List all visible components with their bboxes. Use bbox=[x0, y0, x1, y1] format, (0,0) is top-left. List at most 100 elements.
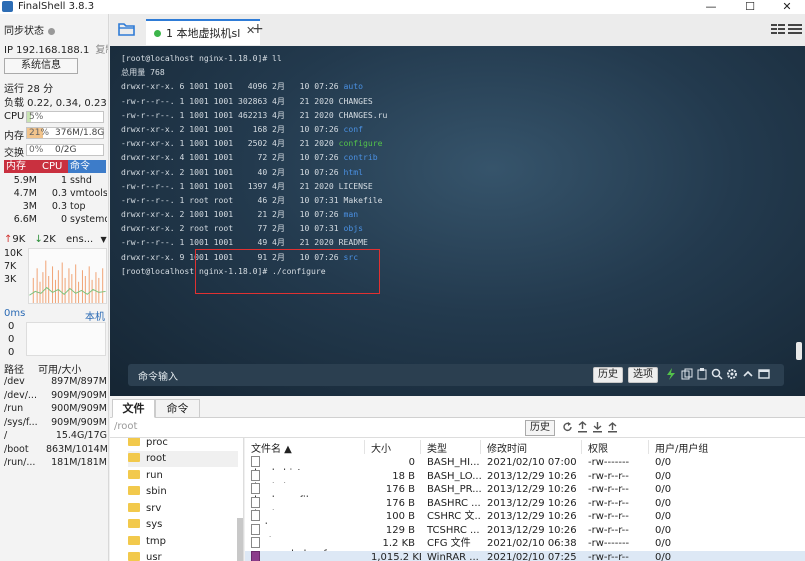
disk-row[interactable]: /dev/... 909M/909M bbox=[4, 389, 107, 403]
upload-folder-icon[interactable] bbox=[607, 421, 618, 433]
directory-tree: proc root run sbin srv sys tmp usr bbox=[110, 438, 244, 561]
path-input[interactable]: /root bbox=[114, 421, 137, 432]
command-input-bar[interactable]: 命令输入 历史 选项 bbox=[128, 364, 784, 386]
tree-item-srv[interactable]: srv bbox=[128, 501, 238, 517]
lightning-icon[interactable] bbox=[665, 368, 677, 380]
collapse-icon[interactable] bbox=[742, 368, 754, 380]
process-row[interactable]: 5.9M 1 sshd bbox=[4, 174, 107, 187]
disk-path: /run bbox=[4, 403, 24, 414]
file-row[interactable]: .cshrc 100 B CSHRC 文... 2013/12/29 10:26 -rw… bbox=[245, 510, 805, 524]
file-row[interactable]: anaconda-ks.cfg 1.2 KB CFG 文件 2021/02/10 06… bbox=[245, 537, 805, 551]
memory-detail: 376M/1.8G bbox=[55, 128, 105, 138]
options-button[interactable]: 选项 bbox=[628, 367, 658, 383]
process-row[interactable]: 4.7M 0.3 vmtools bbox=[4, 187, 107, 200]
process-row[interactable]: 3M 0.3 top bbox=[4, 200, 107, 213]
disk-header-size[interactable]: 可用/大小 bbox=[38, 361, 106, 376]
paste-icon[interactable] bbox=[696, 368, 708, 380]
terminal-line: drwxr-xr-x. 2 1001 1001 40 2月 10 07:26 h… bbox=[121, 165, 387, 179]
file-row[interactable]: .bash_history 0 BASH_HI... 2021/02/10 07:00… bbox=[245, 456, 805, 470]
add-tab-button[interactable]: + bbox=[252, 21, 264, 37]
disk-row[interactable]: /run/... 181M/181M bbox=[4, 456, 107, 470]
file-row[interactable]: .bash_logout 18 B BASH_LO... 2013/12/29 10:… bbox=[245, 469, 805, 483]
file-row[interactable]: .tcshrc 129 B TCSHRC ... 2013/12/29 10:26 -r… bbox=[245, 523, 805, 537]
file-row[interactable]: nginx-1.18.0.tar.gz 1,015.2 KB WinRAR ... 2… bbox=[245, 550, 805, 561]
file-owner: 0/0 bbox=[655, 524, 672, 536]
refresh-icon[interactable] bbox=[562, 421, 573, 433]
col-modified[interactable]: 修改时间 bbox=[481, 440, 582, 455]
ping-latency: 0ms bbox=[4, 308, 26, 319]
network-interface-select[interactable]: ens... bbox=[66, 234, 93, 245]
file-icon bbox=[251, 510, 260, 521]
close-button[interactable]: ✕ bbox=[772, 0, 802, 14]
folder-icon bbox=[128, 552, 140, 561]
tree-item-run[interactable]: run bbox=[128, 468, 238, 484]
tree-scrollbar[interactable] bbox=[237, 518, 243, 561]
terminal-line-text: -rw-r--r--. 1 1001 1001 49 4月 21 2020 bbox=[121, 237, 339, 248]
terminal-line-text: drwxr-xr-x. 2 1001 1001 21 2月 10 07:26 bbox=[121, 209, 344, 220]
file-row[interactable]: .bash_profile 176 B BASH_PR... 2013/12/29 1… bbox=[245, 483, 805, 497]
system-info-button[interactable]: 系统信息 bbox=[4, 58, 78, 74]
disk-path: /sys/f... bbox=[4, 416, 38, 428]
disk-row[interactable]: /run 900M/909M bbox=[4, 402, 107, 416]
window-icon[interactable] bbox=[758, 368, 770, 380]
ping-host-select[interactable]: 本机 bbox=[85, 308, 105, 323]
minimize-button[interactable]: — bbox=[696, 0, 726, 14]
col-owner[interactable]: 用户/用户组 bbox=[649, 440, 739, 455]
disk-row[interactable]: /dev 897M/897M bbox=[4, 375, 107, 389]
network-header: ↑9K ↓2K ens... ▼ bbox=[4, 234, 107, 246]
copy-icon[interactable] bbox=[681, 368, 693, 380]
download-icon[interactable] bbox=[592, 421, 603, 433]
col-permissions[interactable]: 权限 bbox=[582, 440, 649, 455]
file-panel-tabs: 文件 命令 bbox=[110, 396, 805, 418]
history-button[interactable]: 历史 bbox=[593, 367, 623, 383]
col-type[interactable]: 类型 bbox=[421, 440, 481, 455]
gear-icon[interactable] bbox=[726, 368, 738, 380]
layout-grid-icon[interactable] bbox=[771, 24, 785, 34]
file-name: .bash_profile bbox=[245, 483, 365, 497]
proc-header-cpu[interactable]: CPU bbox=[40, 160, 68, 173]
proc-header-mem[interactable]: 内存 bbox=[4, 160, 40, 173]
copy-ip-link[interactable]: 复制 bbox=[95, 45, 108, 56]
disk-header-path[interactable]: 路径 bbox=[4, 361, 38, 376]
upload-icon[interactable] bbox=[577, 421, 588, 433]
folder-open-icon[interactable] bbox=[118, 22, 135, 36]
terminal-line: drwxr-xr-x. 2 1001 1001 21 2月 10 07:26 m… bbox=[121, 207, 387, 221]
disk-size: 900M/909M bbox=[51, 403, 107, 414]
tab-files[interactable]: 文件 bbox=[112, 399, 155, 418]
folder-icon bbox=[128, 536, 140, 545]
swap-label: 交换 bbox=[4, 148, 24, 159]
terminal-scrollbar[interactable] bbox=[796, 342, 802, 360]
folder-icon bbox=[128, 519, 140, 528]
tree-item-tmp[interactable]: tmp bbox=[128, 534, 238, 550]
path-history-button[interactable]: 历史 bbox=[525, 420, 555, 436]
ip-address: IP 192.168.188.1 bbox=[4, 45, 90, 56]
maximize-button[interactable]: ☐ bbox=[735, 0, 765, 14]
tree-item-sbin[interactable]: sbin bbox=[128, 484, 238, 500]
process-row[interactable]: 6.6M 0 systemd bbox=[4, 213, 107, 226]
proc-header-cmd[interactable]: 命令 bbox=[68, 160, 106, 173]
tree-item-sys[interactable]: sys bbox=[128, 517, 238, 533]
col-filename[interactable]: 文件名 ▲ bbox=[245, 440, 365, 455]
disk-path: /dev/... bbox=[4, 389, 37, 401]
disk-row[interactable]: /boot 863M/1014M bbox=[4, 443, 107, 457]
terminal[interactable]: [root@localhost nginx-1.18.0]# ll 总用量 768… bbox=[110, 46, 805, 396]
file-icon bbox=[251, 469, 260, 481]
net-axis-label: 3K bbox=[4, 274, 17, 285]
tree-item-root[interactable]: root bbox=[128, 451, 238, 467]
disk-row[interactable]: /sys/f... 909M/909M bbox=[4, 416, 107, 430]
tab-session-1[interactable]: 1 本地虚拟机sl ✕ bbox=[146, 19, 260, 45]
tab-commands[interactable]: 命令 bbox=[155, 399, 200, 418]
sync-status-label: 同步状态 bbox=[4, 26, 44, 37]
disk-size: 909M/909M bbox=[51, 389, 107, 401]
proc-cpu: 1 bbox=[60, 175, 67, 186]
load-average: 负载 0.22, 0.34, 0.23 bbox=[4, 98, 107, 109]
disk-row[interactable]: / 15.4G/17G bbox=[4, 429, 107, 443]
chevron-down-icon[interactable]: ▼ bbox=[100, 235, 106, 244]
search-icon[interactable] bbox=[711, 368, 723, 380]
file-size: 176 B bbox=[385, 497, 415, 509]
tree-item-usr[interactable]: usr bbox=[128, 550, 238, 561]
col-size[interactable]: 大小 bbox=[365, 440, 421, 455]
menu-icon[interactable] bbox=[788, 24, 802, 34]
tree-item-proc[interactable]: proc bbox=[128, 438, 238, 451]
file-row[interactable]: .bashrc 176 B BASHRC ... 2013/12/29 10:26 -r… bbox=[245, 496, 805, 510]
